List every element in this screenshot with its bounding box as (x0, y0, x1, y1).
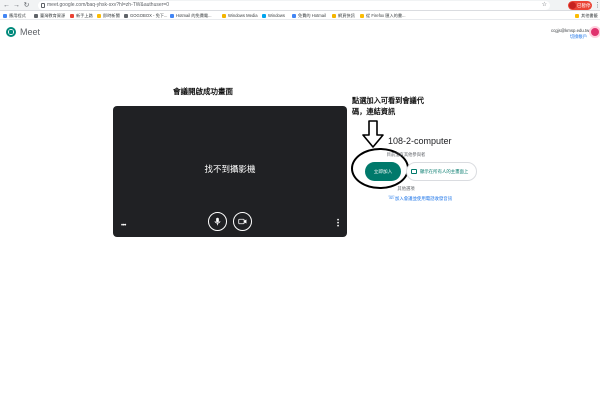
lock-icon (41, 3, 45, 8)
join-now-button[interactable]: 立即加入 (365, 162, 401, 181)
avatar[interactable] (589, 26, 600, 38)
app-title: Meet (20, 27, 41, 37)
microphone-icon (214, 217, 221, 226)
profile-label: 已暫停 (577, 3, 591, 8)
no-camera-message: 找不到攝影機 (204, 164, 256, 174)
bookmark-item[interactable]: Windows (262, 12, 285, 19)
phone-icon: ☏ (388, 195, 395, 201)
back-icon[interactable]: ← (2, 1, 11, 10)
profile-button[interactable]: 已暫停 (568, 1, 592, 10)
mic-toggle-button[interactable] (208, 212, 227, 231)
other-options-label: 其他選項 (397, 186, 415, 191)
folder-icon (575, 13, 579, 18)
bookmark-item[interactable]: 即時新聞 (97, 12, 120, 19)
more-horiz-icon[interactable]: ••• (121, 223, 126, 229)
browser-toolbar: ← → ↻ meet.google.com/baq-yhsk-sxv?hl=zh… (0, 0, 600, 11)
annotation-hint: 點選加入可看到會議代碼，連結資訊 (352, 96, 424, 116)
folder-icon (332, 13, 336, 18)
present-button[interactable]: 顯示在所有人的主畫面上 (406, 162, 477, 181)
windows-icon (262, 13, 266, 18)
bookmark-item[interactable]: 新手上路 (70, 12, 93, 19)
bookmark-item[interactable]: 網頁快訊 (332, 12, 355, 19)
more-vert-icon[interactable]: ⋮ (594, 1, 600, 10)
bookmark-item[interactable]: 免費的 Hotmail (292, 12, 326, 19)
down-arrow-icon (362, 120, 384, 148)
annotation-title: 會議開啟成功畫面 (173, 87, 233, 96)
bookmark-icon (70, 13, 74, 18)
bookmarks-bar: 應用程式 臺灣教育資源 新手上路 即時新聞 GOGOBOX - 免下... Ho… (0, 11, 600, 20)
bookmark-icon (34, 13, 38, 18)
url-text: meet.google.com/baq-yhsk-sxv?hl=zh-TW&au… (47, 2, 170, 8)
more-vert-icon[interactable]: • • • (336, 218, 340, 230)
meeting-name: 108-2-computer (388, 136, 452, 146)
folder-icon (97, 13, 101, 18)
switch-account-link[interactable]: 切換帳戶 (551, 34, 587, 40)
bookmark-icon (170, 13, 174, 18)
camera-icon (238, 218, 247, 225)
join-by-phone-link[interactable]: ☏ 加入會議並使用電話收發音訊 (388, 195, 453, 202)
bookmark-item[interactable]: GOGOBOX - 免下... (124, 12, 167, 19)
bookmark-icon (292, 13, 296, 18)
avatar (569, 2, 576, 9)
participants-status: 目前沒有其他參與者 (386, 152, 426, 157)
bookmark-item[interactable]: Windows Media (222, 12, 258, 19)
account-info: ccgjs@kmsp.edu.tw 切換帳戶 (551, 28, 590, 40)
camera-toggle-button[interactable] (233, 212, 252, 231)
address-bar[interactable]: meet.google.com/baq-yhsk-sxv?hl=zh-TW&au… (38, 1, 550, 10)
bookmark-item[interactable]: 從 Firefox 匯入的書... (360, 12, 406, 19)
forward-icon[interactable]: → (12, 1, 21, 10)
account-email: ccgjs@kmsp.edu.tw (551, 28, 590, 33)
apps-icon (3, 13, 7, 18)
present-screen-icon (411, 169, 417, 174)
phone-label: 加入會議並使用電話收發音訊 (395, 196, 453, 201)
windows-icon (222, 13, 226, 18)
bookmark-icon (124, 13, 128, 18)
video-preview: 找不到攝影機 ••• • • • (113, 106, 347, 237)
bookmark-item[interactable]: 臺灣教育資源 (34, 12, 65, 19)
bookmark-item-other[interactable]: 其他書籤 (575, 12, 598, 19)
meet-logo-icon (6, 27, 16, 37)
present-label: 顯示在所有人的主畫面上 (420, 169, 469, 174)
bookmark-item[interactable]: 應用程式 (3, 12, 26, 19)
reload-icon[interactable]: ↻ (22, 1, 31, 10)
folder-icon (360, 13, 364, 18)
star-icon[interactable]: ☆ (542, 1, 547, 10)
bookmark-item[interactable]: Hotmail 的免費電... (170, 12, 212, 19)
